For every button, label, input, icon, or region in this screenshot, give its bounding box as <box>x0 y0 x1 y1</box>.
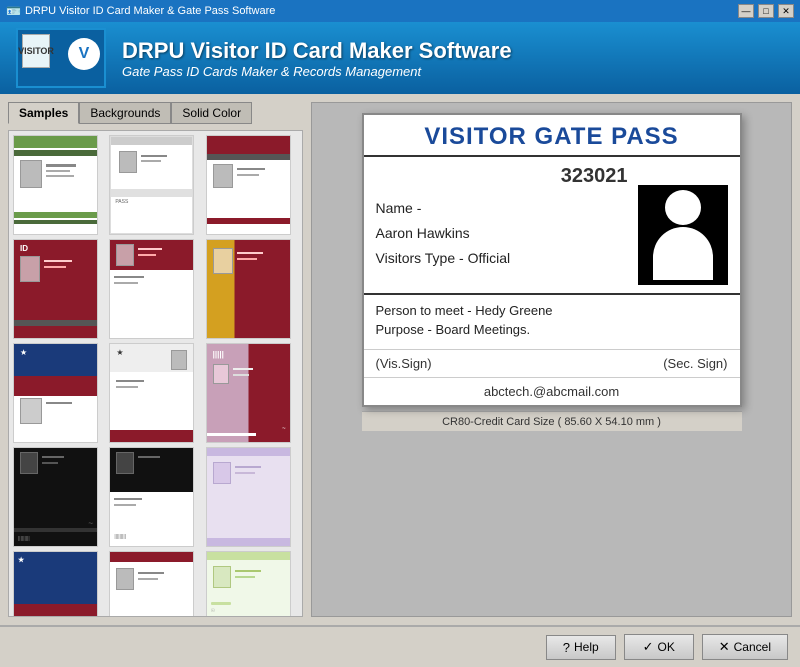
header-subtitle: Gate Pass ID Cards Maker & Records Manag… <box>122 64 512 79</box>
card-info-section: Person to meet - Hedy Greene Purpose - B… <box>364 293 740 349</box>
card-photo <box>638 185 728 285</box>
logo-v-icon: V <box>68 38 100 70</box>
card-purpose: Purpose - Board Meetings. <box>376 322 728 337</box>
right-panel: VISITOR GATE PASS 323021 Name - Aaron Ha… <box>311 102 792 617</box>
template-preview <box>207 448 290 546</box>
template-grid: PASS ID <box>9 131 302 617</box>
template-preview: ID <box>14 240 97 338</box>
template-preview: ||||| ~ <box>207 344 290 442</box>
card-signatures: (Vis.Sign) (Sec. Sign) <box>364 349 740 378</box>
help-label: Help <box>574 640 599 654</box>
person-silhouette <box>648 190 718 280</box>
sec-sign: (Sec. Sign) <box>663 356 727 371</box>
cancel-label: Cancel <box>734 640 771 654</box>
template-preview: ★ <box>14 344 97 442</box>
card-email: abctech.@abcmail.com <box>364 378 740 405</box>
card-visitors-type: Visitors Type - Official <box>376 248 628 269</box>
header-logo: VISITOR V <box>16 28 106 88</box>
app-icon: 🪪 <box>6 4 21 18</box>
card-id-number: 323021 <box>376 165 628 192</box>
template-preview: ★ <box>110 344 193 442</box>
template-preview: PASS <box>110 136 193 234</box>
template-preview: ☉ <box>207 552 290 617</box>
tab-backgrounds[interactable]: Backgrounds <box>79 102 171 124</box>
tab-samples[interactable]: Samples <box>8 102 79 124</box>
main-content: Samples Backgrounds Solid Color <box>0 94 800 625</box>
template-preview <box>207 136 290 234</box>
template-item[interactable]: ||||||||| <box>109 447 194 547</box>
person-head <box>665 190 701 225</box>
statusbar: CR80-Credit Card Size ( 85.60 X 54.10 mm… <box>362 411 742 431</box>
person-body <box>653 227 713 280</box>
titlebar: 🪪 DRPU Visitor ID Card Maker & Gate Pass… <box>0 0 800 22</box>
template-item[interactable]: ★ <box>109 343 194 443</box>
template-item[interactable]: ☉ <box>206 551 291 617</box>
header-title: DRPU Visitor ID Card Maker Software <box>122 38 512 64</box>
template-preview: ★ ||||||||| ~ <box>14 552 97 617</box>
template-item[interactable] <box>109 551 194 617</box>
ok-label: OK <box>658 640 675 654</box>
card-person-to-meet: Person to meet - Hedy Greene <box>376 303 728 318</box>
help-icon: ? <box>563 640 570 655</box>
template-item[interactable]: ID <box>13 239 98 339</box>
tab-solid-color[interactable]: Solid Color <box>171 102 252 124</box>
header-banner: VISITOR V DRPU Visitor ID Card Maker Sof… <box>0 22 800 94</box>
card-name-value: Aaron Hawkins <box>376 223 628 244</box>
template-item[interactable] <box>13 135 98 235</box>
titlebar-controls: — □ ✕ <box>738 4 794 18</box>
cancel-icon: ✕ <box>719 639 730 655</box>
template-preview: ||||||||| ~ <box>14 448 97 546</box>
template-item[interactable] <box>109 239 194 339</box>
card-text: 323021 Name - Aaron Hawkins Visitors Typ… <box>376 165 628 285</box>
minimize-button[interactable]: — <box>738 4 754 18</box>
left-panel: Samples Backgrounds Solid Color <box>8 102 303 617</box>
template-item[interactable]: ★ ||||||||| ~ <box>13 551 98 617</box>
card-body: 323021 Name - Aaron Hawkins Visitors Typ… <box>364 157 740 293</box>
titlebar-left: 🪪 DRPU Visitor ID Card Maker & Gate Pass… <box>6 4 275 18</box>
ok-button[interactable]: ✓ OK <box>624 634 694 660</box>
template-item[interactable]: ★ <box>13 343 98 443</box>
maximize-button[interactable]: □ <box>758 4 774 18</box>
template-item[interactable] <box>206 135 291 235</box>
logo-badge-icon: VISITOR <box>22 34 50 68</box>
close-button[interactable]: ✕ <box>778 4 794 18</box>
template-preview <box>110 240 193 338</box>
template-item[interactable]: ||||||||| ~ <box>13 447 98 547</box>
template-preview <box>110 552 193 617</box>
template-item[interactable]: PASS <box>109 135 194 235</box>
tabs-container: Samples Backgrounds Solid Color <box>8 102 303 124</box>
statusbar-text: CR80-Credit Card Size ( 85.60 X 54.10 mm… <box>442 416 661 428</box>
help-button[interactable]: ? Help <box>546 635 616 660</box>
bottombar: ? Help ✓ OK ✕ Cancel <box>0 625 800 667</box>
card-name-label: Name - <box>376 198 628 219</box>
template-item[interactable]: ||||| ~ <box>206 343 291 443</box>
template-preview <box>207 240 290 338</box>
cancel-button[interactable]: ✕ Cancel <box>702 634 788 660</box>
template-item[interactable] <box>206 447 291 547</box>
header-text: DRPU Visitor ID Card Maker Software Gate… <box>122 38 512 79</box>
vis-sign: (Vis.Sign) <box>376 356 432 371</box>
template-area[interactable]: PASS ID <box>8 130 303 617</box>
card-preview: VISITOR GATE PASS 323021 Name - Aaron Ha… <box>362 113 742 407</box>
card-title: VISITOR GATE PASS <box>364 115 740 157</box>
template-preview: ||||||||| <box>110 448 193 546</box>
template-item[interactable] <box>206 239 291 339</box>
ok-icon: ✓ <box>643 639 654 655</box>
template-preview <box>14 136 97 234</box>
titlebar-title: DRPU Visitor ID Card Maker & Gate Pass S… <box>25 5 275 17</box>
